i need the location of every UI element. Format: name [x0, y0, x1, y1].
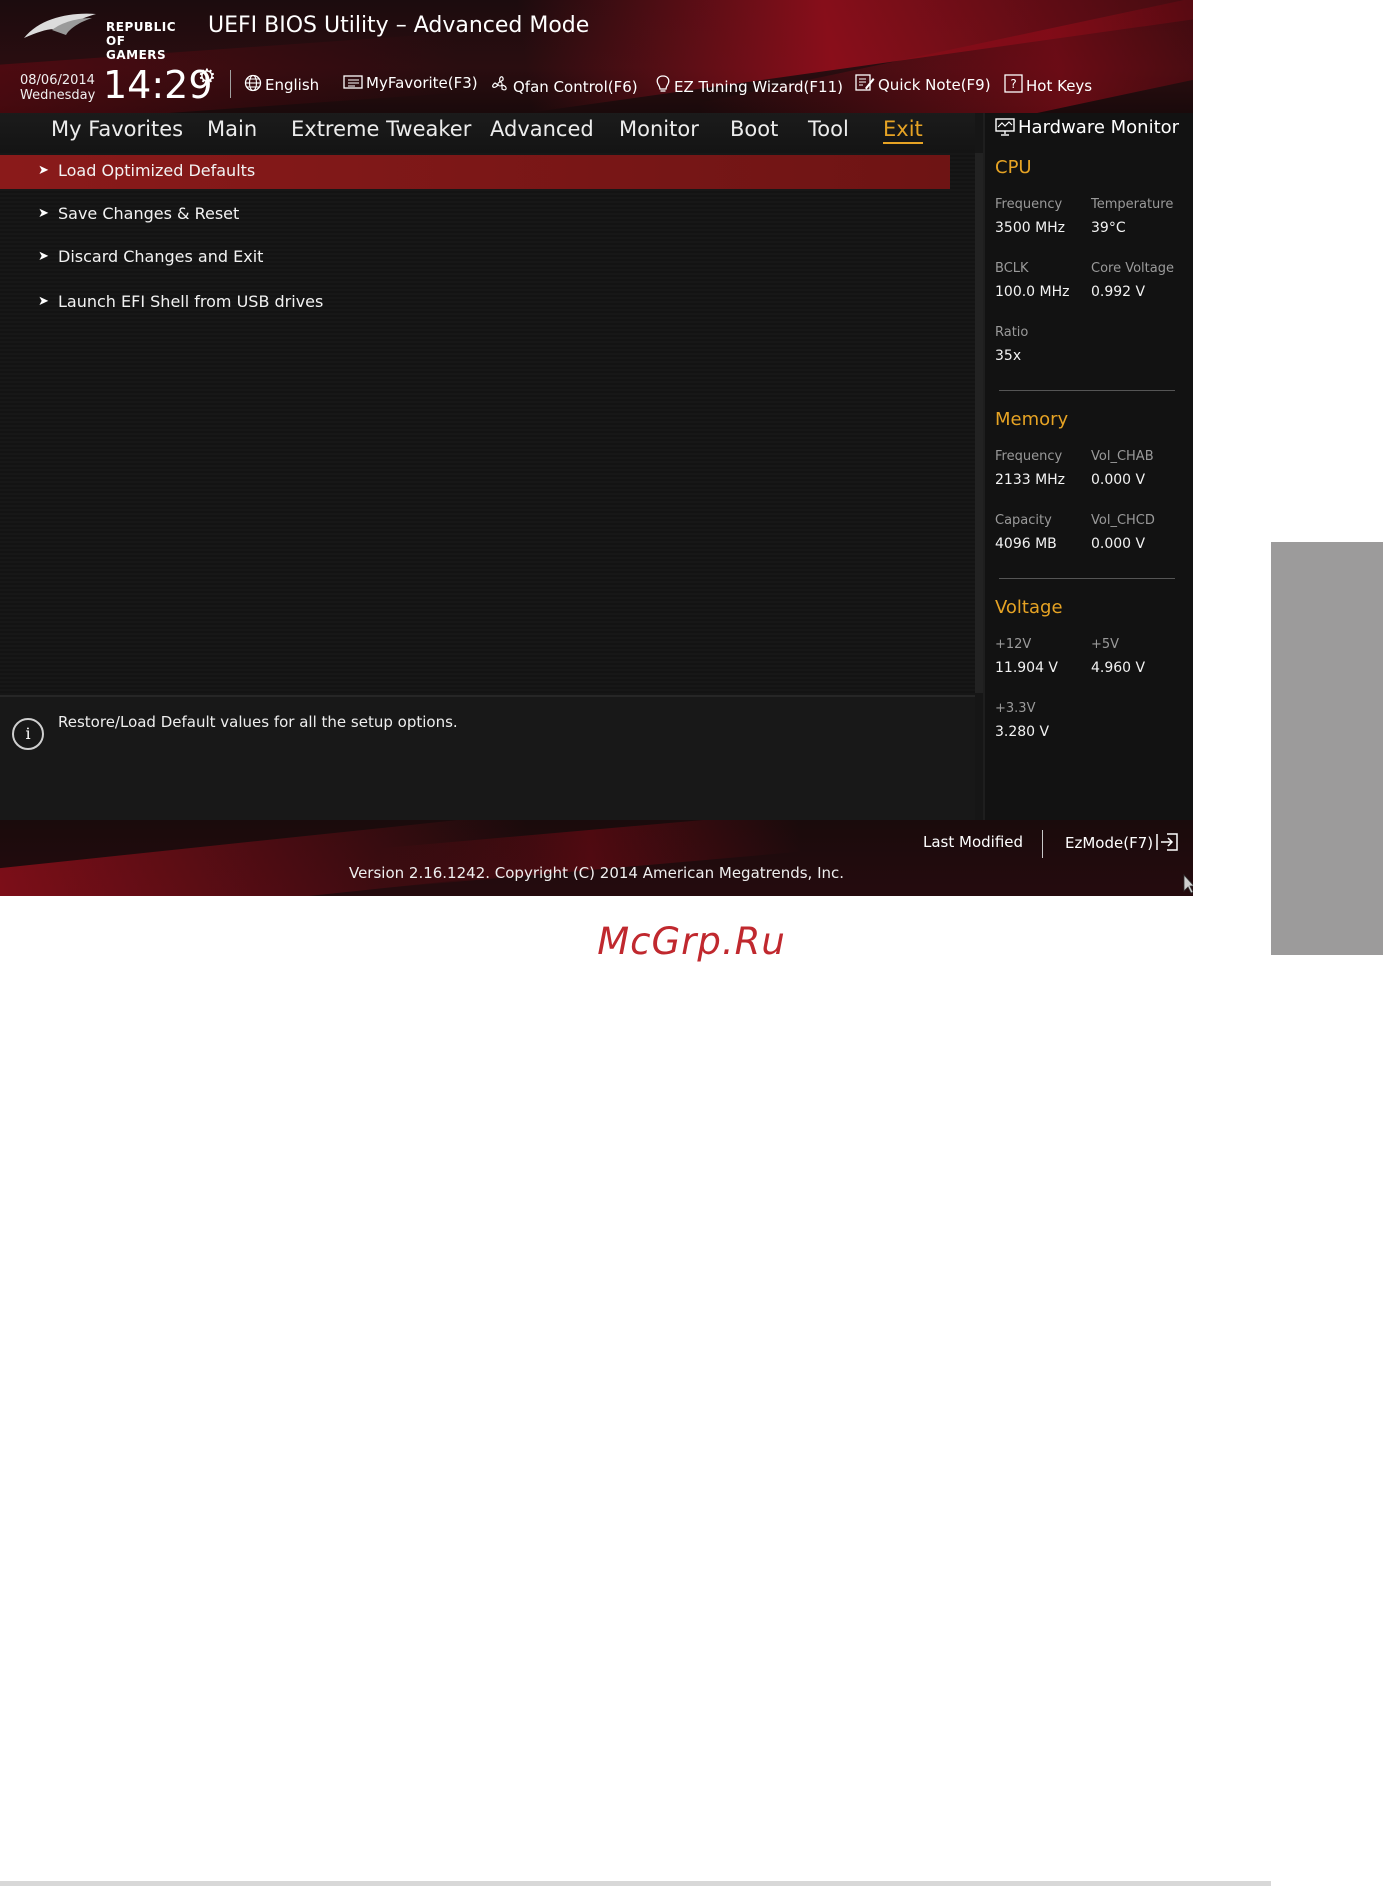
hw-divider [999, 578, 1175, 579]
monitor-icon [995, 118, 1015, 141]
date-display: 08/06/2014 Wednesday [20, 73, 95, 103]
language-button[interactable]: English [244, 74, 319, 96]
v12-value: 11.904 V [995, 660, 1059, 676]
hardware-monitor-title: Hardware Monitor [995, 117, 1179, 141]
version-copyright-text: Version 2.16.1242. Copyright (C) 2014 Am… [348, 864, 845, 882]
v5-value: 4.960 V [1091, 660, 1146, 676]
menu-item-label: Discard Changes and Exit [58, 247, 264, 266]
bclk-value: 100.0 MHz [995, 284, 1070, 300]
cpu-frequency-value: 3500 MHz [995, 220, 1066, 236]
tab-exit[interactable]: Exit [883, 117, 923, 144]
voltage-section-heading: Voltage [995, 597, 1063, 618]
cpu-frequency-label: Frequency [995, 197, 1063, 212]
rog-eye-icon [24, 13, 96, 38]
last-modified-button[interactable]: Last Modified [923, 833, 1023, 851]
globe-icon [244, 74, 262, 96]
chevron-right-icon: ➤ [38, 163, 49, 178]
clock-display: 14:29 [103, 63, 213, 107]
hardware-monitor-panel: Hardware Monitor CPU Frequency Temperatu… [983, 113, 1193, 820]
memory-frequency-value: 2133 MHz [995, 472, 1066, 488]
v33-label: +3.3V [995, 701, 1036, 716]
tab-tool[interactable]: Tool [808, 117, 849, 141]
ratio-value: 35x [995, 348, 1022, 364]
bottom-rule [0, 1881, 1271, 1886]
chevron-right-icon: ➤ [38, 249, 49, 264]
bclk-label: BCLK [995, 261, 1029, 276]
main-panel-scrollbar[interactable] [975, 153, 983, 693]
tab-boot[interactable]: Boot [730, 117, 778, 141]
tab-main[interactable]: Main [207, 117, 257, 141]
menu-item-label: Load Optimized Defaults [58, 161, 256, 180]
favorite-icon [343, 74, 363, 94]
weekday-text: Wednesday [20, 88, 96, 103]
fan-icon [490, 74, 510, 98]
lightbulb-icon [655, 74, 671, 98]
qfan-control-button[interactable]: Qfan Control(F6) [490, 74, 638, 98]
ezmode-button[interactable]: EzMode(F7) [1065, 833, 1179, 855]
memory-frequency-label: Frequency [995, 449, 1063, 464]
mouse-cursor-icon [1183, 873, 1193, 896]
menu-item-load-optimized-defaults[interactable]: ➤ Load Optimized Defaults [0, 155, 950, 189]
menu-item-label: Launch EFI Shell from USB drives [58, 292, 324, 311]
app-title: UEFI BIOS Utility – Advanced Mode [208, 13, 590, 38]
capacity-label: Capacity [995, 513, 1052, 528]
myfavorite-button[interactable]: MyFavorite(F3) [343, 74, 478, 94]
chevron-right-icon: ➤ [38, 294, 49, 309]
memory-section-heading: Memory [995, 409, 1069, 430]
date-text: 08/06/2014 [20, 73, 95, 88]
core-voltage-label: Core Voltage [1091, 261, 1174, 276]
svg-text:?: ? [1010, 77, 1016, 91]
chevron-right-icon: ➤ [38, 206, 49, 221]
tab-monitor[interactable]: Monitor [619, 117, 699, 141]
quick-note-button[interactable]: Quick Note(F9) [855, 74, 991, 96]
header-divider [230, 70, 231, 98]
hw-divider [999, 390, 1175, 391]
vol-chcd-value: 0.000 V [1091, 536, 1146, 552]
header-bar: REPUBLIC OF GAMERS UEFI BIOS Utility – A… [0, 0, 1193, 113]
help-text: Restore/Load Default values for all the … [58, 713, 458, 731]
note-icon [855, 74, 875, 96]
help-icon: ? [1004, 74, 1023, 97]
exit-menu-panel: ➤ Load Optimized Defaults ➤ Save Changes… [0, 153, 975, 693]
v12-label: +12V [995, 637, 1032, 652]
ez-tuning-wizard-button[interactable]: EZ Tuning Wizard(F11) [655, 74, 843, 98]
menu-item-launch-efi-shell[interactable]: ➤ Launch EFI Shell from USB drives [0, 286, 950, 320]
cpu-temperature-label: Temperature [1091, 197, 1174, 212]
tab-advanced[interactable]: Advanced [490, 117, 594, 141]
menu-item-label: Save Changes & Reset [58, 204, 240, 223]
rog-logo-text: REPUBLIC OF GAMERS [106, 20, 177, 62]
capacity-value: 4096 MB [995, 536, 1057, 552]
footer-bar: Last Modified EzMode(F7) Version 2.16.12… [0, 820, 1193, 896]
vol-chab-label: Vol_CHAB [1091, 449, 1154, 464]
help-description-bar: i Restore/Load Default values for all th… [0, 695, 975, 822]
clock-settings-gear-icon[interactable]: ⚙ [198, 64, 216, 88]
menu-item-discard-changes-exit[interactable]: ➤ Discard Changes and Exit [0, 241, 950, 275]
vol-chab-value: 0.000 V [1091, 472, 1146, 488]
exit-to-ezmode-icon [1155, 833, 1179, 855]
ratio-label: Ratio [995, 325, 1029, 340]
watermark-text: McGrp.Ru [597, 920, 786, 963]
menu-item-save-changes-reset[interactable]: ➤ Save Changes & Reset [0, 198, 950, 232]
tab-extreme-tweaker[interactable]: Extreme Tweaker [291, 117, 471, 141]
bios-screen: REPUBLIC OF GAMERS UEFI BIOS Utility – A… [0, 0, 1193, 896]
cpu-temperature-value: 39°C [1091, 220, 1126, 236]
core-voltage-value: 0.992 V [1091, 284, 1146, 300]
info-icon: i [12, 718, 44, 750]
side-tab-marker [1271, 542, 1383, 955]
tab-my-favorites[interactable]: My Favorites [51, 117, 183, 141]
cpu-section-heading: CPU [995, 157, 1032, 178]
main-tab-bar: My Favorites Main Extreme Tweaker Advanc… [0, 113, 975, 153]
hot-keys-button[interactable]: ? Hot Keys [1004, 74, 1092, 97]
vol-chcd-label: Vol_CHCD [1091, 513, 1155, 528]
v33-value: 3.280 V [995, 724, 1050, 740]
footer-divider [1042, 830, 1043, 858]
rog-logo: REPUBLIC OF GAMERS [22, 8, 192, 62]
v5-label: +5V [1091, 637, 1120, 652]
